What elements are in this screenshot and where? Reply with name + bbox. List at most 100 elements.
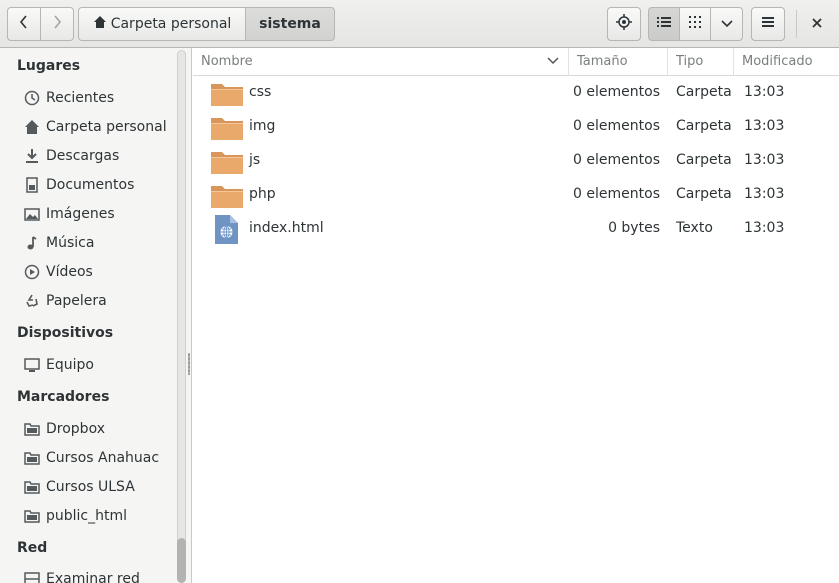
sidebar-item-label: public_html <box>46 508 128 524</box>
sidebar-item-label: Cursos ULSA <box>46 479 135 495</box>
file-type: Carpeta <box>676 84 732 100</box>
column-header-label: Tamaño <box>577 54 628 69</box>
file-type: Texto <box>676 220 713 236</box>
column-header-size[interactable]: Tamaño <box>569 48 668 76</box>
sidebar-item-label: Dropbox <box>46 421 105 437</box>
grid-view-icon <box>689 16 701 32</box>
file-type: Carpeta <box>676 118 732 134</box>
sidebar-item-label: Descargas <box>46 148 120 164</box>
image-icon <box>23 205 41 223</box>
file-row[interactable]: js 0 elementos Carpeta 13:03 <box>193 144 839 178</box>
folder-icon <box>23 420 41 438</box>
column-header-label: Modificado <box>742 54 813 69</box>
column-header-modified[interactable]: Modificado <box>734 48 839 76</box>
file-size: 0 elementos <box>573 186 660 202</box>
list-view-button[interactable] <box>648 7 680 41</box>
music-icon <box>23 234 41 252</box>
chevron-left-icon <box>18 14 30 34</box>
location-target-icon <box>615 13 633 35</box>
video-icon <box>23 263 41 281</box>
sidebar-item-papelera[interactable]: Papelera <box>23 288 173 314</box>
folder-icon <box>210 180 244 210</box>
pane-resize-handle[interactable] <box>188 353 190 375</box>
html-file-icon <box>210 214 244 244</box>
breadcrumb-home[interactable]: Carpeta personal <box>78 7 246 41</box>
sidebar-item-label: Examinar red <box>46 571 140 583</box>
sidebar-item-descargas[interactable]: Descargas <box>23 143 173 169</box>
trash-icon <box>23 292 41 310</box>
computer-icon <box>23 356 41 374</box>
section-title-lugares: Lugares <box>17 58 81 74</box>
sidebar-item-label: Imágenes <box>46 206 115 222</box>
document-icon <box>23 176 41 194</box>
sidebar-item-musica[interactable]: Música <box>23 230 173 256</box>
close-icon <box>811 15 823 33</box>
column-header-type[interactable]: Tipo <box>668 48 734 76</box>
folder-icon <box>23 507 41 525</box>
column-header-label: Tipo <box>676 54 704 69</box>
file-type: Carpeta <box>676 152 732 168</box>
home-icon <box>93 15 107 33</box>
sidebar-item-label: Vídeos <box>46 264 93 280</box>
forward-button[interactable] <box>40 7 74 41</box>
grid-view-button[interactable] <box>679 7 711 41</box>
location-button[interactable] <box>607 7 641 41</box>
back-button[interactable] <box>7 7 41 41</box>
sidebar-item-imagenes[interactable]: Imágenes <box>23 201 173 227</box>
column-header-label: Nombre <box>201 54 253 69</box>
sidebar-item-equipo[interactable]: Equipo <box>23 352 173 378</box>
header-separator <box>796 10 797 38</box>
close-button[interactable] <box>802 7 832 41</box>
sidebar-item-carpeta-personal[interactable]: Carpeta personal <box>23 114 173 140</box>
sort-descending-icon <box>547 54 559 70</box>
sidebar-item-label: Cursos Anahuac <box>46 450 160 466</box>
file-modified: 13:03 <box>744 186 785 202</box>
sidebar-item-public-html[interactable]: public_html <box>23 503 173 529</box>
file-size: 0 elementos <box>573 84 660 100</box>
file-size: 0 elementos <box>573 152 660 168</box>
sidebar-scrollbar-thumb[interactable] <box>177 538 186 583</box>
file-row[interactable]: php 0 elementos Carpeta 13:03 <box>193 178 839 212</box>
sidebar-item-label: Papelera <box>46 293 107 309</box>
file-type: Carpeta <box>676 186 732 202</box>
sidebar-item-cursos-ulsa[interactable]: Cursos ULSA <box>23 474 173 500</box>
file-row[interactable]: img 0 elementos Carpeta 13:03 <box>193 110 839 144</box>
sidebar-item-label: Carpeta personal <box>46 119 167 135</box>
sidebar-item-documentos[interactable]: Documentos <box>23 172 173 198</box>
sidebar-item-dropbox[interactable]: Dropbox <box>23 416 173 442</box>
sidebar-scrollbar-track[interactable] <box>177 50 186 583</box>
folder-icon <box>210 146 244 176</box>
chevron-right-icon <box>51 14 63 34</box>
file-modified: 13:03 <box>744 220 785 236</box>
sidebar: Lugares Recientes Carpeta personal Desca… <box>0 48 192 583</box>
breadcrumb-home-label: Carpeta personal <box>110 16 232 32</box>
sidebar-item-label: Música <box>46 235 95 251</box>
download-icon <box>23 147 41 165</box>
section-title-marcadores: Marcadores <box>17 389 110 405</box>
sidebar-item-recientes[interactable]: Recientes <box>23 85 173 111</box>
breadcrumb-current-label: sistema <box>259 16 321 32</box>
file-size: 0 elementos <box>573 118 660 134</box>
sidebar-item-label: Documentos <box>46 177 135 193</box>
file-list: Nombre Tamaño Tipo Modificado css 0 elem… <box>193 48 839 583</box>
file-modified: 13:03 <box>744 84 785 100</box>
menu-button[interactable] <box>751 7 785 41</box>
folder-icon <box>210 112 244 142</box>
section-title-dispositivos: Dispositivos <box>17 325 114 341</box>
network-icon <box>23 570 41 583</box>
file-row[interactable]: css 0 elementos Carpeta 13:03 <box>193 76 839 110</box>
sidebar-item-examinar-red[interactable]: Examinar red <box>23 566 173 583</box>
file-name: index.html <box>249 220 324 236</box>
list-view-icon <box>657 16 671 32</box>
breadcrumb-current[interactable]: sistema <box>245 7 335 41</box>
file-row[interactable]: index.html 0 bytes Texto 13:03 <box>193 212 839 246</box>
column-header-name[interactable]: Nombre <box>193 48 569 76</box>
sidebar-item-videos[interactable]: Vídeos <box>23 259 173 285</box>
file-size: 0 bytes <box>608 220 660 236</box>
file-modified: 13:03 <box>744 152 785 168</box>
sidebar-item-cursos-anahuac[interactable]: Cursos Anahuac <box>23 445 173 471</box>
hamburger-menu-icon <box>761 16 775 32</box>
chevron-down-icon <box>720 16 734 32</box>
view-options-button[interactable] <box>710 7 743 41</box>
clock-icon <box>23 89 41 107</box>
